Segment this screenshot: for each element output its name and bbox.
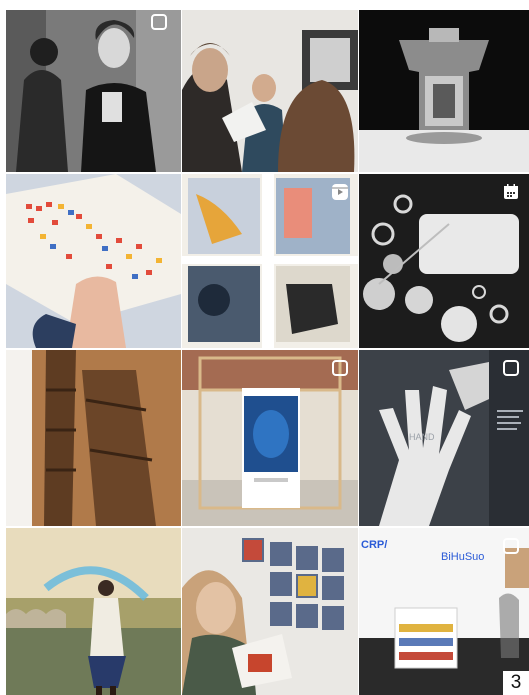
calendar-icon [501,182,521,202]
carousel-icon [330,358,350,378]
panel-text: HAND [409,432,435,442]
post-tile[interactable]: CRP/ BiHuSuo [359,528,529,695]
post-image [182,528,358,695]
post-tile[interactable] [182,10,358,172]
post-image [6,10,181,172]
photo-grid: HAND CRP/ BiHuSuo [0,0,529,695]
post-tile[interactable] [182,528,358,695]
post-tile[interactable] [359,10,529,172]
carousel-icon [501,536,521,556]
booth-sign-left: CRP/ [361,539,387,551]
post-image [6,350,181,526]
post-tile[interactable] [6,174,181,348]
post-image [182,10,358,172]
post-tile[interactable] [6,10,181,172]
carousel-icon [501,358,521,378]
post-image [359,10,529,172]
post-image [6,174,181,348]
post-image [6,528,181,695]
post-tile[interactable] [6,350,181,526]
post-tile[interactable] [182,350,358,526]
carousel-icon [149,12,169,32]
post-tile[interactable] [182,174,358,348]
booth-sign-right: BiHuSuo [441,551,484,563]
post-tile[interactable] [359,174,529,348]
reels-icon [330,182,350,202]
post-tile[interactable] [6,528,181,695]
post-tile[interactable]: HAND [359,350,529,526]
page-indicator: 3 [503,671,529,695]
